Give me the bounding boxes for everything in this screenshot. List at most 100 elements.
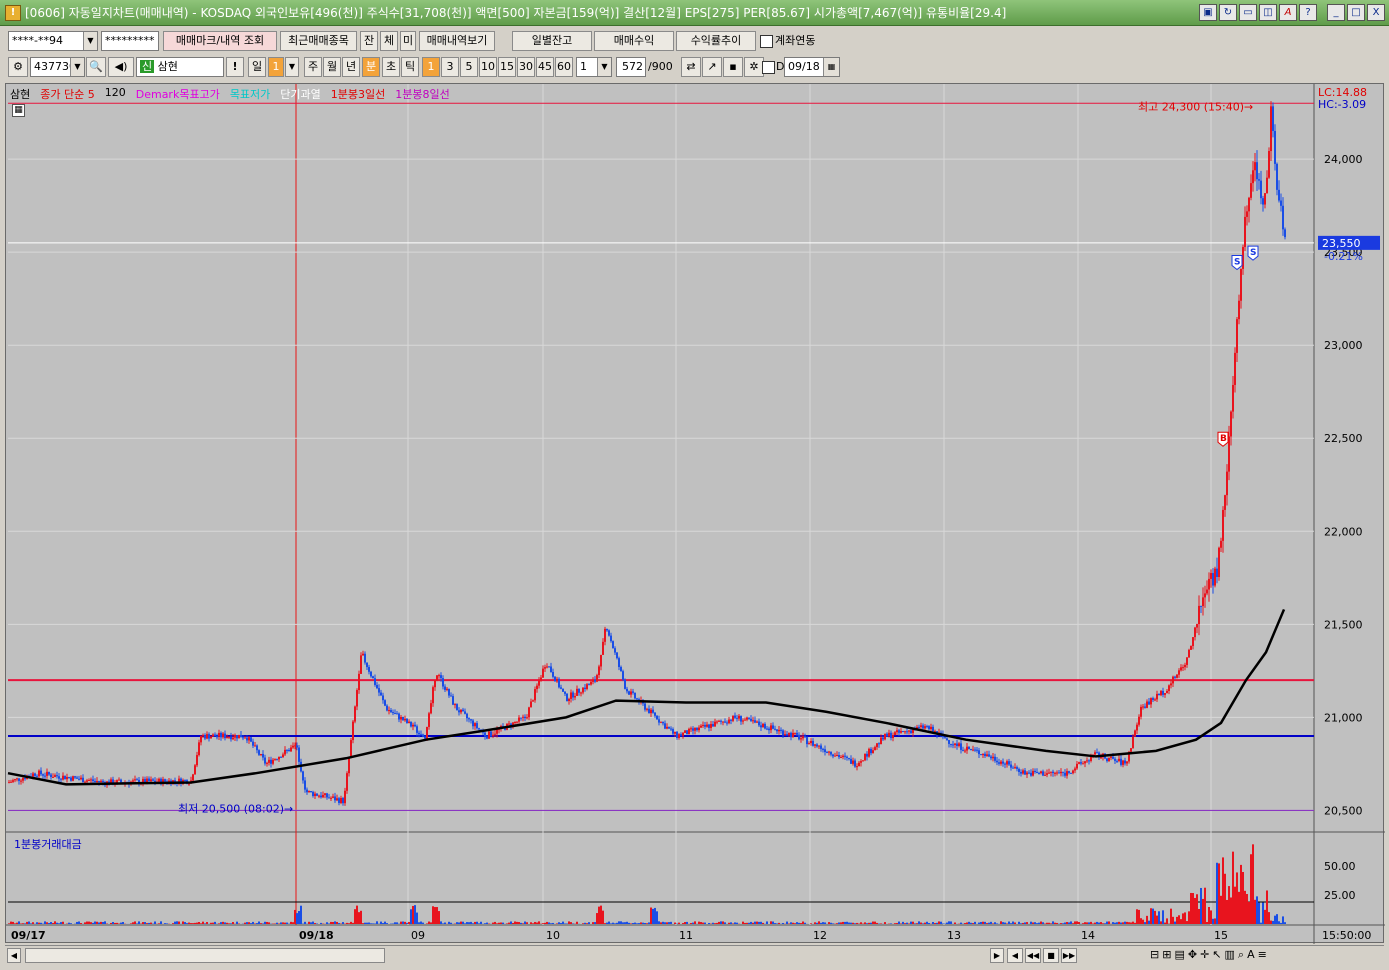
volume-bar — [188, 922, 190, 924]
volume-bar — [928, 923, 930, 924]
stop-icon[interactable]: ■ — [1043, 948, 1059, 963]
month-button[interactable]: 월 — [323, 57, 341, 77]
period-3[interactable]: 3 — [441, 57, 459, 77]
maximize-button[interactable]: □ — [1347, 4, 1365, 21]
zoom-out-icon[interactable]: ⊟ — [1150, 948, 1159, 962]
main-window: ! [0606] 자동일지차트(매매내역) - KOSDAQ 외국인보유[496… — [0, 0, 1389, 970]
period-60[interactable]: 60 — [555, 57, 573, 77]
scroll-left-icon[interactable]: ◀ — [7, 948, 21, 963]
candle-body — [588, 684, 590, 686]
chevron-down-icon[interactable]: ▼ — [597, 58, 611, 76]
prev-icon[interactable]: ◀ — [1007, 948, 1023, 963]
mark-query-button[interactable]: 매매마크/내역 조회 — [163, 31, 277, 51]
alert-button[interactable]: ! — [226, 57, 244, 77]
speaker-icon[interactable]: ◀) — [108, 57, 134, 77]
volume-bar — [1096, 921, 1098, 924]
date-input[interactable]: 09/18 ▦ — [784, 57, 840, 77]
calendar-icon[interactable]: ▦ — [823, 58, 839, 76]
volume-bar — [360, 910, 362, 924]
trade-profit-button[interactable]: 매매수익 — [594, 31, 674, 51]
link-icon[interactable]: ▣ — [1199, 4, 1217, 21]
volume-bar — [560, 923, 562, 924]
pan-icon[interactable]: ✥ — [1188, 948, 1197, 962]
history-view-button[interactable]: 매매내역보기 — [419, 31, 495, 51]
crosshair-icon[interactable]: ✛ — [1200, 948, 1209, 962]
chevron-down-icon[interactable]: ▼ — [70, 58, 84, 76]
date-checkbox[interactable] — [762, 61, 775, 74]
volume-bar — [716, 922, 718, 924]
menu-icon[interactable]: ≡ — [1258, 948, 1267, 962]
recent-items-button[interactable]: 최근매매종목 — [280, 31, 357, 51]
minute-button[interactable]: 분 — [362, 57, 380, 77]
year-button[interactable]: 년 — [342, 57, 360, 77]
refresh-icon[interactable]: ↻ — [1219, 4, 1237, 21]
search-icon[interactable]: 🔍 — [86, 57, 106, 77]
password-input[interactable]: ********* — [101, 31, 159, 51]
volume-bar — [36, 922, 38, 924]
chart-area[interactable]: 09/17 09/18 09 10 11 12 13 14 15 24,000 23,500 23,0… — [5, 83, 1385, 944]
table-icon[interactable]: ▦ — [12, 104, 25, 117]
help-icon[interactable]: ? — [1299, 4, 1317, 21]
stock-name-field[interactable]: 신 삼현 — [136, 57, 224, 77]
settings-icon[interactable]: ⚙ — [8, 57, 28, 77]
candle-body — [768, 728, 770, 731]
magnify-icon[interactable]: ⌕ — [1238, 948, 1244, 962]
account-link-checkbox[interactable] — [760, 35, 773, 48]
period-10[interactable]: 10 — [479, 57, 497, 77]
minimize-button[interactable]: _ — [1327, 4, 1345, 21]
period-1[interactable]: 1 — [422, 57, 440, 77]
gear-icon[interactable]: ✲ — [744, 57, 764, 77]
day-button[interactable]: 일 — [248, 57, 266, 77]
volume-bar — [370, 923, 372, 924]
second-button[interactable]: 초 — [382, 57, 400, 77]
volume-bar — [308, 921, 310, 924]
layout-icon[interactable]: ▤ — [1174, 948, 1184, 962]
candle-body — [308, 791, 310, 793]
font-icon[interactable]: A — [1279, 4, 1297, 21]
trend-icon[interactable]: ↗ — [702, 57, 722, 77]
candle-body — [10, 781, 12, 783]
day-count[interactable]: 1 — [268, 57, 284, 77]
return-trend-button[interactable]: 수익률추이 — [676, 31, 756, 51]
volume-bar — [258, 921, 260, 924]
daily-balance-button[interactable]: 일별잔고 — [512, 31, 592, 51]
unfilled-button[interactable]: 미 — [400, 31, 416, 51]
count-input[interactable]: 572 — [616, 57, 646, 77]
rewind-icon[interactable]: ◀◀ — [1025, 948, 1041, 963]
price-chart[interactable]: 09/17 09/18 09 10 11 12 13 14 1524,00023,50023,0… — [6, 84, 1385, 944]
split-icon[interactable]: ◫ — [1259, 4, 1277, 21]
candle-body — [84, 781, 86, 783]
period-input[interactable]: 1 ▼ — [576, 57, 612, 77]
executed-button[interactable]: 체 — [380, 31, 398, 51]
balance-button[interactable]: 잔 — [360, 31, 378, 51]
period-45[interactable]: 45 — [536, 57, 554, 77]
candle-body — [948, 740, 950, 744]
volume-bar — [564, 923, 566, 924]
compare-icon[interactable]: ⇄ — [681, 57, 701, 77]
chart-type-icon[interactable]: ▥ — [1225, 948, 1235, 962]
chevron-down-icon[interactable]: ▼ — [83, 32, 97, 50]
arrow-icon[interactable]: ↖ — [1212, 948, 1221, 962]
candle-body — [684, 730, 686, 733]
code-input[interactable]: 437730 ▼ — [30, 57, 85, 77]
save-icon[interactable]: ▪ — [723, 57, 743, 77]
text-icon[interactable]: A — [1247, 948, 1255, 962]
scroll-thumb[interactable] — [25, 948, 385, 963]
screen-icon[interactable]: ▭ — [1239, 4, 1257, 21]
candle-body — [994, 756, 996, 761]
tick-button[interactable]: 틱 — [401, 57, 419, 77]
zoom-in-icon[interactable]: ⊞ — [1162, 948, 1171, 962]
candle-body — [236, 735, 238, 739]
scroll-right-icon[interactable]: ▶ — [990, 948, 1004, 963]
chevron-down-icon[interactable]: ▼ — [285, 57, 299, 77]
close-button[interactable]: X — [1367, 4, 1385, 21]
period-5[interactable]: 5 — [460, 57, 478, 77]
period-30[interactable]: 30 — [517, 57, 535, 77]
volume-bar — [470, 921, 472, 924]
period-15[interactable]: 15 — [498, 57, 516, 77]
week-button[interactable]: 주 — [304, 57, 322, 77]
volume-bar — [1048, 922, 1050, 924]
account-select[interactable]: ****-**94 ▼ — [8, 31, 98, 51]
forward-icon[interactable]: ▶▶ — [1061, 948, 1077, 963]
bottom-scrollbar[interactable]: ◀ ▶ ◀ ◀◀ ■ ▶▶ ⊟ ⊞ ▤ ✥ ✛ ↖ ▥ ⌕ A ≡ — [5, 945, 1384, 965]
